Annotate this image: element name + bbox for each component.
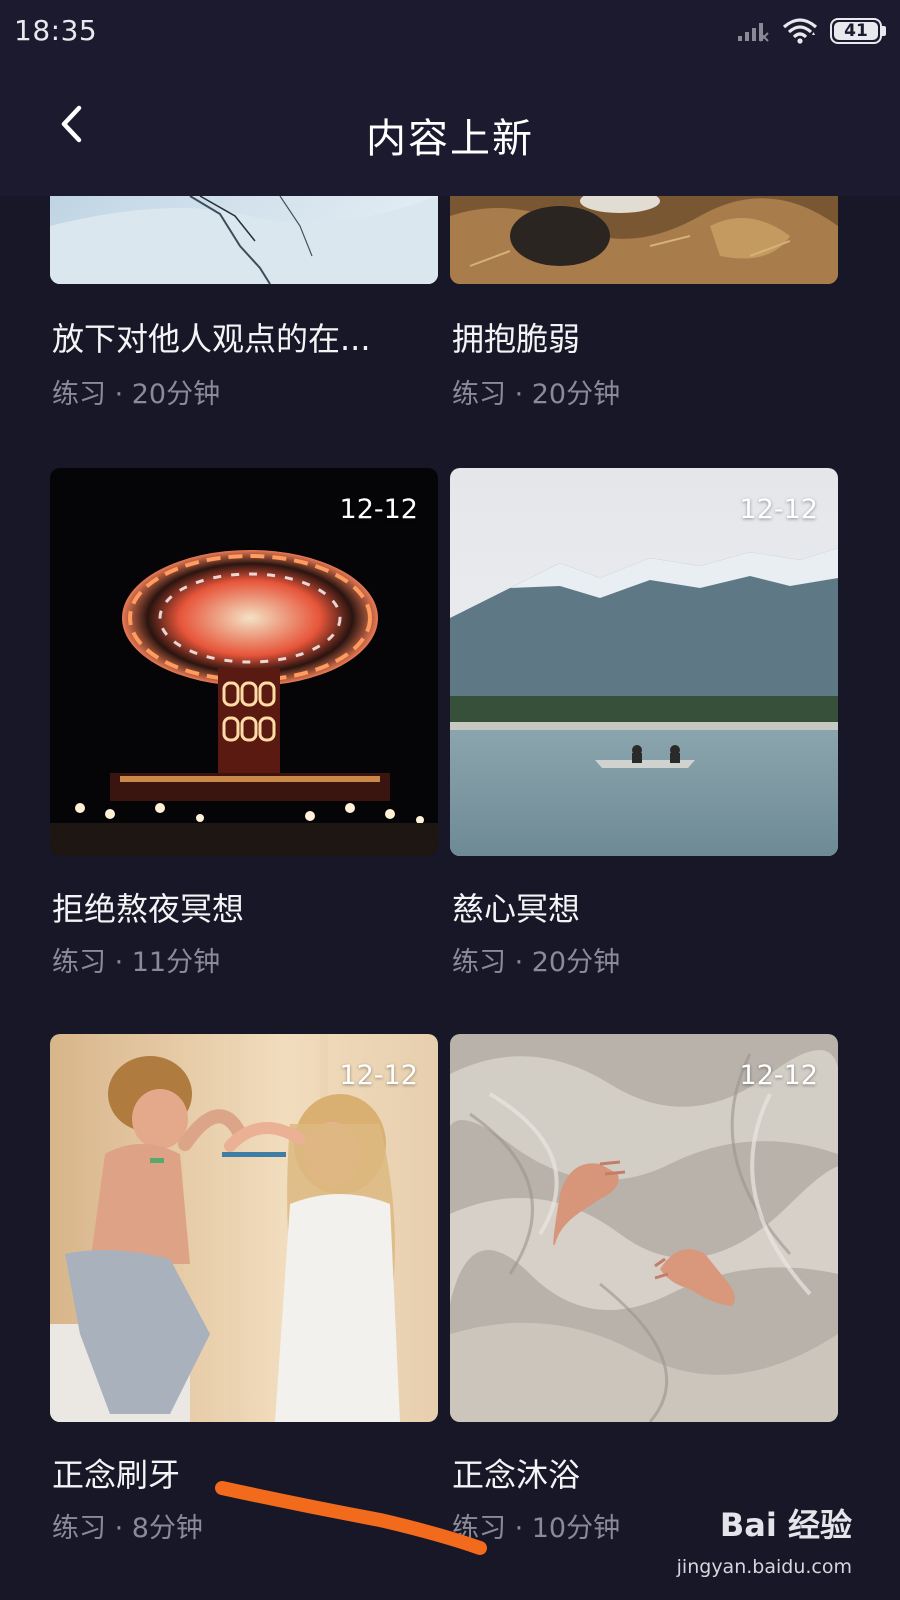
watermark-logo: Bai 经验 <box>719 1506 852 1544</box>
card-title: 拒绝熬夜冥想 <box>52 890 245 928</box>
content-card[interactable]: 放下对他人观点的在... 练习 · 20分钟 <box>50 196 440 416</box>
battery-level: 41 <box>844 21 868 41</box>
card-thumbnail: 12-12 <box>50 468 438 856</box>
card-title: 拥抱脆弱 <box>452 320 581 358</box>
content-grid: 放下对他人观点的在... 练习 · 20分钟 拥抱脆弱 练习 · 20分钟 12… <box>0 196 900 1600</box>
status-time: 18:35 <box>14 14 98 47</box>
watermark: Bai 经验 jingyan.baidu.com <box>662 1500 852 1590</box>
status-icons: 41 <box>736 16 886 46</box>
page-title: 内容上新 <box>366 116 534 162</box>
battery-icon: 41 <box>830 18 886 44</box>
content-card[interactable]: 拥抱脆弱 练习 · 20分钟 <box>450 196 840 416</box>
card-meta: 练习 · 10分钟 <box>452 1513 621 1544</box>
card-date: 12-12 <box>739 1060 818 1091</box>
card-thumbnail <box>450 196 838 284</box>
card-thumbnail <box>50 196 438 284</box>
content-card[interactable]: 12-12 正念沐浴 练习 · 10分钟 <box>450 1034 840 1554</box>
card-title: 正念沐浴 <box>452 1456 581 1494</box>
card-meta: 练习 · 20分钟 <box>52 379 221 410</box>
card-title: 正念刷牙 <box>52 1456 181 1494</box>
wifi-icon <box>782 18 818 44</box>
card-meta: 练习 · 20分钟 <box>452 379 621 410</box>
card-meta: 练习 · 20分钟 <box>452 947 621 978</box>
card-thumbnail: 12-12 <box>450 1034 838 1422</box>
signal-icon <box>738 23 769 42</box>
content-card[interactable]: 12-12 正念刷牙 练习 · 8分钟 <box>50 1034 440 1554</box>
card-date: 12-12 <box>339 494 418 525</box>
card-meta: 练习 · 11分钟 <box>52 947 221 978</box>
content-card[interactable]: 12-12 慈心冥想 练习 · 20分钟 <box>450 468 840 988</box>
app-header: 内容上新 <box>0 64 900 196</box>
card-title: 慈心冥想 <box>452 890 581 928</box>
watermark-url: jingyan.baidu.com <box>676 1556 852 1578</box>
card-thumbnail: 12-12 <box>450 468 838 856</box>
card-date: 12-12 <box>739 494 818 525</box>
card-title: 放下对他人观点的在... <box>52 320 371 358</box>
status-bar: 18:35 41 <box>0 0 900 64</box>
card-meta: 练习 · 8分钟 <box>52 1513 203 1544</box>
card-date: 12-12 <box>339 1060 418 1091</box>
content-card[interactable]: 12-12 拒绝熬夜冥想 练习 · 11分钟 <box>50 468 440 988</box>
card-thumbnail: 12-12 <box>50 1034 438 1422</box>
